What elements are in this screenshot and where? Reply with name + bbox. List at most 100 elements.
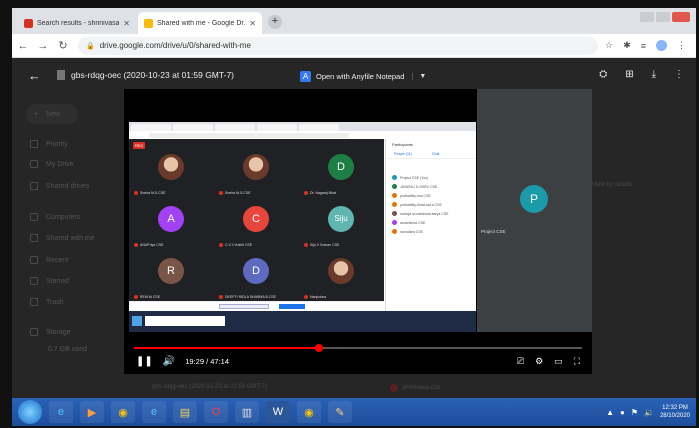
screen: Search results - shrinivasa.cs@... ✕ Sha…	[12, 8, 696, 426]
chrome-icon[interactable]: ◉	[111, 401, 135, 423]
participant-name: Dr. Nagaraj Bhat	[304, 191, 336, 195]
volume-icon[interactable]: 🔉	[644, 408, 654, 417]
sidebar-item-recent[interactable]: Recent	[30, 256, 68, 264]
seek-bar-progress	[134, 347, 320, 349]
menu-dots-icon[interactable]: ⋮	[677, 40, 686, 51]
paint-icon[interactable]: ✎	[328, 401, 352, 423]
more-options-icon[interactable]: ⋮	[674, 69, 684, 80]
sidebar-item-computers[interactable]: Computers	[30, 213, 80, 221]
browser-toolbar-icons: ☆ ✱ ≡ ⋮	[605, 40, 696, 51]
drive-owner: shrinivasa.cse	[390, 384, 440, 392]
maximize-button[interactable]	[656, 12, 670, 22]
participant-name: C.V.Y.Vrishti CSE	[219, 243, 252, 247]
participant-name-text: REKHA CSE	[140, 295, 161, 299]
drive-file-row[interactable]: gbs-rdqg-oec (2020-10-23 at 01:59 GMT-7)	[152, 384, 267, 390]
edge-icon[interactable]: e	[142, 401, 166, 423]
participant-avatar: A	[158, 206, 184, 232]
settings-gear-icon[interactable]: ⚙	[535, 356, 543, 367]
sidebar-item-my-drive[interactable]: My Drive	[30, 160, 74, 168]
reload-icon[interactable]: ↻	[54, 39, 72, 52]
gmail-icon	[24, 18, 33, 28]
back-arrow-icon[interactable]: ←	[14, 40, 32, 52]
extension-icon[interactable]: ✱	[623, 40, 631, 51]
notepad-icon[interactable]: ▥	[235, 401, 259, 423]
mic-off-icon	[134, 243, 138, 247]
computer-icon	[30, 213, 38, 221]
participant-name-text: Nanjudara	[310, 295, 327, 299]
reading-list-icon[interactable]: ≡	[641, 41, 646, 51]
add-to-drive-icon[interactable]: ⛭	[599, 69, 607, 80]
chevron-down-icon[interactable]: ▼	[412, 72, 426, 80]
clock[interactable]: 12:32 PM 28/10/2020	[660, 404, 690, 420]
lock-icon: 🔒	[86, 42, 95, 50]
participant-name: Nanjudara	[304, 295, 326, 299]
sidebar-item-trash[interactable]: Trash	[30, 298, 64, 306]
tab-title: Search results - shrinivasa.cs@...	[37, 19, 120, 27]
bookmark-star-icon[interactable]: ☆	[605, 40, 613, 51]
opera-icon[interactable]: O	[204, 401, 228, 423]
tab-shared-with-me[interactable]: Shared with me - Google Dr... ✕	[138, 12, 262, 34]
media-player-icon[interactable]: ▶	[80, 401, 104, 423]
antivirus-icon[interactable]: ●	[620, 408, 625, 417]
pause-icon[interactable]: ❚❚	[136, 356, 153, 367]
sidebar-item-label: Computers	[46, 213, 81, 221]
participant-row-name: Project CSE (You)	[400, 175, 429, 180]
download-icon[interactable]: ⤓	[652, 69, 656, 80]
volume-icon[interactable]: 🔊	[163, 356, 175, 367]
sidebar-item-starred[interactable]: Starred	[30, 277, 69, 285]
participant-name: Project CSE	[481, 229, 506, 234]
internet-explorer-icon[interactable]: e	[49, 401, 73, 423]
chrome-icon[interactable]: ◉	[297, 401, 321, 423]
browser-toolbar: ← → ↻ 🔒 drive.google.com/drive/u/0/share…	[12, 34, 696, 58]
participant-tile: D Dr. Nagaraj Bhat	[299, 147, 384, 200]
close-icon[interactable]: ✕	[123, 19, 130, 28]
miniplayer-icon[interactable]: ▭	[554, 356, 563, 367]
address-bar[interactable]: 🔒 drive.google.com/drive/u/0/shared-with…	[78, 36, 598, 55]
video-player[interactable]: REC Sneha M.S.CSE Sneha M.S.CSE D Dr. Nagar…	[124, 89, 592, 374]
close-window-button[interactable]	[672, 12, 690, 22]
participant-avatar	[158, 154, 184, 180]
network-icon[interactable]: ▲	[606, 408, 614, 417]
participant-name: Siju V Soman CSE	[304, 243, 339, 247]
participant-row: JAYARAJ D.SHRV CSE	[386, 182, 476, 191]
flag-icon[interactable]: ⚑	[631, 408, 638, 417]
priority-icon	[30, 140, 38, 148]
fullscreen-icon[interactable]: ⛶	[574, 356, 580, 367]
shared-drive-icon	[30, 182, 38, 190]
new-tab-button[interactable]: +	[268, 15, 282, 29]
open-in-new-window-icon[interactable]: ⊞	[625, 69, 633, 80]
drive-sidebar: Priority My Drive Shared drives Computer…	[12, 58, 122, 398]
open-with-button[interactable]: A Open with Anyfile Notepad ▼	[300, 69, 426, 83]
participant-tile: R REKHA CSE	[129, 251, 214, 304]
participant-name: ANUPriya CSE	[134, 243, 164, 247]
tab-people: People (11)	[394, 152, 412, 156]
participant-row: probability-ess CSE	[386, 191, 476, 200]
seek-handle[interactable]	[315, 344, 324, 352]
profile-avatar[interactable]	[656, 40, 667, 51]
open-with-label: Open with Anyfile Notepad	[316, 71, 405, 81]
participants-panel: Participants People (11) Chat Project CS…	[385, 139, 476, 311]
seek-bar[interactable]	[134, 344, 582, 352]
meet-grid: REC Sneha M.S.CSE Sneha M.S.CSE D Dr. Nagar…	[129, 139, 384, 301]
mic-off-icon	[304, 243, 308, 247]
participant-name: DEEPTI RIDLA SHARMA B.CSE	[219, 295, 276, 299]
sidebar-item-shared-drives[interactable]: Shared drives	[30, 182, 89, 190]
participant-row: nanudara CSE	[386, 227, 476, 236]
participant-row-name: probability-ess CSE	[400, 193, 431, 198]
panel-tabs: People (11) Chat	[386, 150, 476, 159]
back-arrow-icon[interactable]: ←	[28, 68, 41, 83]
participant-avatar	[392, 202, 397, 207]
sidebar-item-priority[interactable]: Priority	[30, 140, 68, 148]
forward-arrow-icon[interactable]: →	[34, 40, 52, 52]
participant-name-text: DEEPTI RIDLA SHARMA B.CSE	[225, 295, 276, 299]
word-icon[interactable]: W	[266, 401, 290, 423]
close-icon[interactable]: ✕	[249, 19, 256, 28]
file-explorer-icon[interactable]: ▤	[173, 401, 197, 423]
participant-name: REKHA CSE	[134, 295, 160, 299]
captions-icon[interactable]: ⎚	[517, 356, 524, 367]
sidebar-item-shared-with-me[interactable]: Shared with me	[30, 234, 95, 242]
start-button[interactable]	[18, 400, 42, 424]
tab-search-results[interactable]: Search results - shrinivasa.cs@... ✕	[18, 12, 136, 34]
minimize-button[interactable]	[640, 12, 654, 22]
sidebar-item-storage[interactable]: Storage	[30, 328, 71, 336]
